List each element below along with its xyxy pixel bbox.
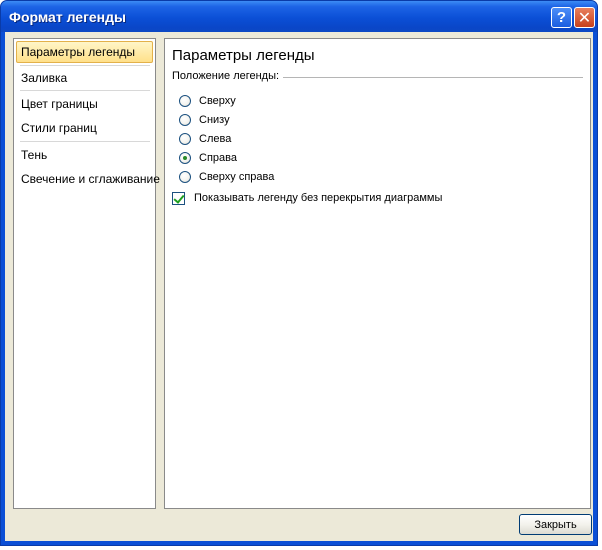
help-icon[interactable]: ? (551, 7, 572, 28)
radio-button[interactable] (179, 133, 191, 145)
nav-divider (20, 65, 150, 66)
radio-right[interactable]: Справа (179, 149, 237, 167)
radio-label: Справа (199, 152, 237, 164)
nav-divider (20, 90, 150, 91)
radio-label: Сверху справа (199, 171, 275, 183)
radio-bottom[interactable]: Снизу (179, 111, 230, 129)
no-overlap-option[interactable]: Показывать легенду без перекрытия диагра… (172, 189, 442, 207)
no-overlap-checkbox[interactable] (172, 191, 185, 205)
radio-top-right[interactable]: Сверху справа (179, 168, 274, 186)
radio-top[interactable]: Сверху (179, 92, 236, 110)
dialog-body: Параметры легенды Заливка Цвет границы С… (5, 32, 593, 541)
radio-left[interactable]: Слева (179, 130, 231, 148)
legend-options-panel: Параметры легенды Положение легенды: Све… (164, 38, 591, 509)
radio-label: Слева (199, 133, 232, 145)
group-divider (283, 77, 583, 78)
window-title: Формат легенды (9, 9, 126, 25)
radio-button[interactable] (179, 95, 191, 107)
radio-label: Сверху (199, 95, 236, 107)
category-list: Параметры легенды Заливка Цвет границы С… (13, 38, 160, 509)
nav-divider (20, 141, 150, 142)
radio-label: Снизу (199, 114, 230, 126)
radio-button-selected[interactable] (179, 152, 191, 164)
title-bar[interactable]: Формат легенды ? ✕ (1, 1, 597, 32)
close-button[interactable]: Закрыть (519, 514, 592, 535)
nav-item-border-styles[interactable]: Стили границ (16, 117, 153, 139)
no-overlap-label: Показывать легенду без перекрытия диагра… (194, 192, 443, 204)
legend-position-label: Положение легенды: (172, 70, 280, 82)
close-icon[interactable]: ✕ (574, 7, 595, 28)
radio-button[interactable] (179, 171, 191, 183)
nav-item-glow-soft-edges[interactable]: Свечение и сглаживание (16, 168, 160, 190)
nav-item-legend-options[interactable]: Параметры легенды (16, 41, 153, 63)
panel-title: Параметры легенды (172, 47, 315, 64)
nav-item-shadow[interactable]: Тень (16, 144, 153, 166)
format-legend-dialog: Формат легенды ? ✕ Параметры легенды Зал… (0, 0, 598, 546)
nav-item-fill[interactable]: Заливка (16, 67, 153, 89)
nav-item-border-color[interactable]: Цвет границы (16, 93, 153, 115)
radio-button[interactable] (179, 114, 191, 126)
